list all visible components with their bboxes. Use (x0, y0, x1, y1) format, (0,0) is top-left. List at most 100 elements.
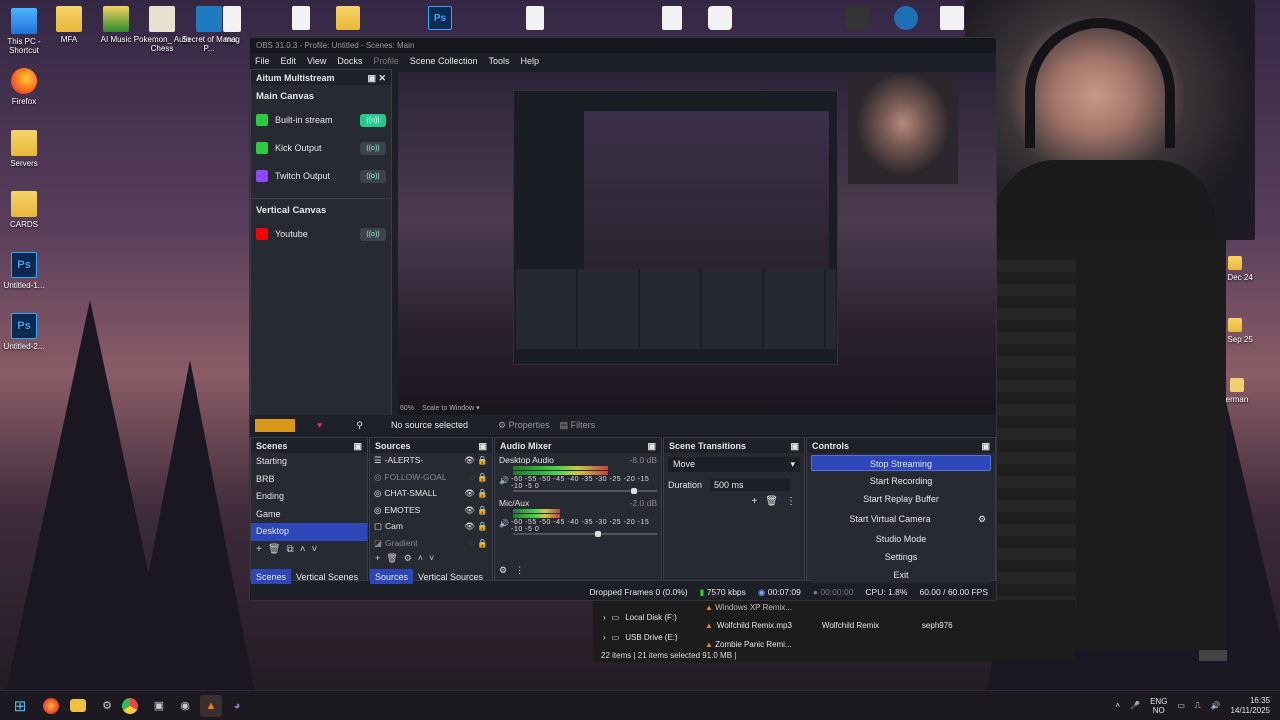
scene-item[interactable]: BRB (251, 471, 367, 489)
eye-lock-icon[interactable]: ◌ 🔒 (470, 472, 488, 485)
clock[interactable]: 16:35 14/11/2025 (1231, 696, 1270, 716)
speaker-icon[interactable]: 🔊 (499, 519, 511, 533)
trash-icon[interactable]: 🗑 (765, 496, 778, 507)
volume-slider[interactable] (513, 488, 657, 494)
lock-icon[interactable]: ⚲ (356, 420, 363, 431)
scene-item[interactable]: Game (251, 506, 367, 524)
menu-view[interactable]: View (307, 56, 326, 66)
folder-icon[interactable] (336, 6, 360, 30)
file-row[interactable]: ▲ Zombie Panic Remi... (705, 640, 792, 649)
dock-float-icon[interactable]: ▣ (790, 441, 799, 451)
output-toggle[interactable]: ((o)) (360, 169, 386, 183)
volume-slider[interactable] (513, 531, 657, 537)
menu-profile[interactable]: Profile (373, 56, 399, 66)
start-replay-buffer-button[interactable]: Start Replay Buffer (811, 491, 991, 507)
file-explorer-icon[interactable] (70, 699, 86, 712)
menu-tools[interactable]: Tools (488, 56, 509, 66)
more-icon[interactable]: ⋮ (786, 496, 796, 507)
source-item[interactable]: ☰ -ALERTS- 👁 🔒 (370, 453, 492, 470)
settings-button[interactable]: Settings (811, 549, 991, 565)
output-toggle[interactable]: ((o)) (360, 113, 386, 127)
dock-close-icon[interactable]: ▣ ✕ (367, 73, 386, 83)
eye-lock-icon[interactable]: 👁 🔒 (464, 521, 488, 534)
properties-button[interactable]: ⚙ Properties (498, 420, 550, 431)
file-icon[interactable] (526, 6, 544, 30)
trash-icon[interactable]: 🗑 (268, 544, 281, 555)
file-icon[interactable] (292, 6, 310, 30)
filters-button[interactable]: ▤ Filters (560, 420, 596, 431)
file-row[interactable]: ▲ Windows XP Remix... (705, 603, 792, 612)
studio-mode-button[interactable]: Studio Mode (811, 531, 991, 547)
chevron-up-icon[interactable]: ˄ (1115, 701, 1120, 710)
file-row[interactable]: ▲ Wolfchild Remix.mp3 Wolfchild Remix se… (705, 621, 1065, 630)
desktop-icon-cards[interactable]: CARDS (0, 191, 55, 229)
add-icon[interactable]: + (375, 553, 380, 564)
eye-lock-icon[interactable]: 👁 🔒 (464, 505, 488, 518)
copy-icon[interactable]: ⧉ (287, 544, 294, 555)
preview-canvas[interactable] (398, 72, 996, 442)
document-icon[interactable] (662, 6, 682, 30)
app-icon[interactable] (846, 6, 870, 30)
photoshop-icon[interactable]: Ps (428, 6, 452, 30)
discord-icon[interactable]: ◕ (226, 695, 248, 717)
add-icon[interactable]: + (751, 496, 757, 507)
menu-help[interactable]: Help (520, 56, 539, 66)
more-icon[interactable]: ⋮ (515, 565, 524, 576)
heart-icon[interactable]: ♥ (317, 420, 322, 430)
output-toggle[interactable]: ((o)) (360, 141, 386, 155)
add-icon[interactable]: + (256, 544, 262, 555)
tab-vertical-scenes[interactable]: Vertical Scenes (291, 569, 363, 585)
chrome-icon[interactable] (122, 697, 138, 714)
dock-float-icon[interactable]: ▣ (981, 441, 990, 451)
menu-file[interactable]: File (255, 56, 270, 66)
language-indicator[interactable]: ENG NO (1150, 697, 1167, 715)
preview-zoom[interactable]: 60% Scale to Window ▾ (400, 404, 480, 412)
source-item[interactable]: ◎ FOLLOW-GOAL ◌ 🔒 (370, 470, 492, 487)
scene-item[interactable]: Ending (251, 488, 367, 506)
desktop-icon-untitled-1[interactable]: Ps Untitled-1... (0, 252, 55, 290)
duration-input[interactable]: 500 ms (710, 479, 791, 491)
monitor-icon[interactable]: ▭ (1177, 701, 1185, 710)
source-item[interactable]: ◎ CHAT-SMALL 👁 🔒 (370, 486, 492, 503)
trash-icon[interactable]: 🗑 (386, 553, 397, 564)
source-item[interactable]: ◪ Gradient ◌ 🔒 (370, 536, 492, 550)
menu-docks[interactable]: Docks (337, 56, 362, 66)
terminal-icon[interactable]: ▣ (148, 695, 170, 717)
nexo-icon[interactable] (894, 6, 918, 30)
eye-lock-icon[interactable]: 👁 🔒 (464, 488, 488, 501)
desktop-icon-firefox[interactable]: Firefox (0, 68, 55, 106)
obs-icon[interactable]: ◉ (174, 695, 196, 717)
settings-icon[interactable]: ⚙ (404, 553, 412, 564)
start-virtual-camera-button[interactable]: Start Virtual Camera (811, 511, 969, 527)
output-toggle[interactable]: ((o)) (360, 227, 386, 241)
eye-lock-icon[interactable]: 👁 🔒 (464, 455, 488, 468)
move-down-icon[interactable]: ˅ (429, 553, 434, 564)
dock-float-icon[interactable]: ▣ (478, 441, 487, 451)
vlc-icon[interactable]: ▲ (200, 694, 222, 717)
view-toggle[interactable] (1199, 650, 1227, 661)
start-recording-button[interactable]: Start Recording (811, 473, 991, 489)
windows-start-icon[interactable]: ⊞ (9, 695, 31, 717)
snipping-tool-icon[interactable] (940, 6, 964, 30)
desktop-icon-untitled-2[interactable]: Ps Untitled-2... (0, 313, 55, 351)
stop-streaming-button[interactable]: Stop Streaming (811, 455, 991, 471)
app-icon[interactable]: ⚙ (96, 695, 118, 717)
menu-scene-collection[interactable]: Scene Collection (410, 56, 478, 66)
eye-lock-icon[interactable]: ◌ 🔒 (470, 538, 488, 548)
tab-vertical-sources[interactable]: Vertical Sources (413, 569, 488, 585)
tab-scenes[interactable]: Scenes (251, 569, 292, 585)
menu-edit[interactable]: Edit (281, 56, 297, 66)
transition-select[interactable]: Move ▾ (668, 457, 800, 472)
virtual-camera-settings-icon[interactable]: ⚙ (973, 511, 991, 527)
move-up-icon[interactable]: ˄ (418, 553, 423, 564)
color-swatch[interactable] (255, 418, 295, 432)
desktop-icon-servers[interactable]: Servers (0, 130, 55, 168)
desktop-icon-mag[interactable]: mag (212, 6, 252, 44)
scene-item-selected[interactable]: Desktop (251, 523, 367, 541)
speaker-icon[interactable]: 🔊 (499, 476, 511, 490)
microphone-icon[interactable]: 🎤 (1130, 701, 1140, 710)
volume-slider-knob[interactable] (631, 488, 638, 494)
mixer-settings-icon[interactable]: ⚙ (499, 565, 507, 576)
exit-button[interactable]: Exit (811, 567, 991, 583)
tab-sources[interactable]: Sources (370, 569, 414, 585)
